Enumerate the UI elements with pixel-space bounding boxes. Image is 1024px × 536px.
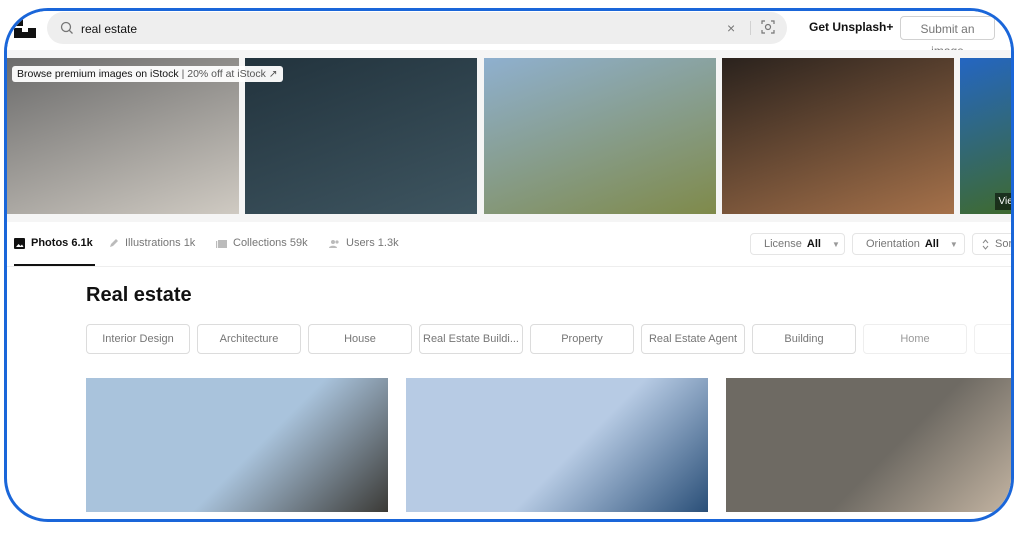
top-header: × Get Unsplash+ Submit an image (7, 11, 1011, 58)
chip[interactable]: Property (530, 324, 634, 354)
sort-icon (982, 238, 989, 250)
chip[interactable]: Architecture (197, 324, 301, 354)
unsplash-logo[interactable] (14, 18, 36, 38)
chevron-down-icon: ▼ (831, 239, 840, 249)
sort-filter-label: Sort (995, 238, 1014, 250)
clear-search-icon[interactable]: × (727, 20, 735, 36)
sort-filter[interactable]: Sort (972, 233, 1014, 255)
view-more-label[interactable]: View (994, 193, 1011, 210)
search-divider (750, 21, 751, 35)
chip[interactable]: House (308, 324, 412, 354)
submit-image-button[interactable]: Submit an image (900, 16, 995, 58)
grid-photo[interactable] (726, 378, 1011, 512)
page-title: Real estate (86, 284, 192, 306)
istock-banner[interactable]: Browse premium images on iStock | 20% of… (12, 66, 283, 82)
orientation-filter[interactable]: Orientation All ▼ (852, 233, 965, 255)
grid-photo[interactable] (86, 378, 388, 512)
chip[interactable] (974, 324, 1011, 354)
orientation-filter-label: Orientation (866, 238, 920, 250)
search-input[interactable] (79, 12, 683, 46)
tab-label: Photos 6.1k (31, 237, 93, 249)
chip[interactable]: Building (752, 324, 856, 354)
tab-illustrations[interactable]: Illustrations 1k (108, 222, 195, 264)
orientation-filter-value: All (924, 238, 939, 250)
tab-label: Collections 59k (233, 237, 308, 249)
istock-banner-offer: 20% off at iStock ↗ (187, 68, 278, 80)
chevron-down-icon: ▼ (949, 239, 958, 249)
license-filter[interactable]: License All ▼ (750, 233, 845, 255)
photo-icon (14, 237, 25, 249)
chip[interactable]: Real Estate Buildi... (419, 324, 523, 354)
search-bar: × (47, 12, 787, 46)
collections-icon (216, 239, 227, 248)
users-icon (329, 239, 339, 248)
istock-strip: View Browse premium images on iStock | 2… (7, 50, 1011, 222)
license-filter-value: All (806, 238, 821, 250)
search-icon[interactable] (59, 20, 75, 36)
istock-photo[interactable] (722, 58, 954, 214)
pen-icon (110, 238, 118, 247)
license-filter-label: License (764, 238, 802, 250)
tab-photos[interactable]: Photos 6.1k (14, 222, 95, 266)
tab-users[interactable]: Users 1.3k (329, 222, 399, 264)
visual-search-icon[interactable] (760, 19, 776, 35)
tab-label: Users 1.3k (346, 237, 399, 249)
istock-photo[interactable]: View (960, 58, 1011, 214)
chip[interactable]: Real Estate Agent (641, 324, 745, 354)
chip[interactable]: Interior Design (86, 324, 190, 354)
tab-collections[interactable]: Collections 59k (216, 222, 308, 264)
chip[interactable]: Home (863, 324, 967, 354)
istock-banner-main: Browse premium images on iStock (17, 68, 179, 80)
istock-photo[interactable] (484, 58, 716, 214)
screenshot-frame: × Get Unsplash+ Submit an image View Bro… (4, 8, 1014, 522)
tab-label: Illustrations 1k (125, 237, 196, 249)
get-unsplash-plus-link[interactable]: Get Unsplash+ (809, 20, 893, 34)
grid-photo[interactable] (406, 378, 708, 512)
